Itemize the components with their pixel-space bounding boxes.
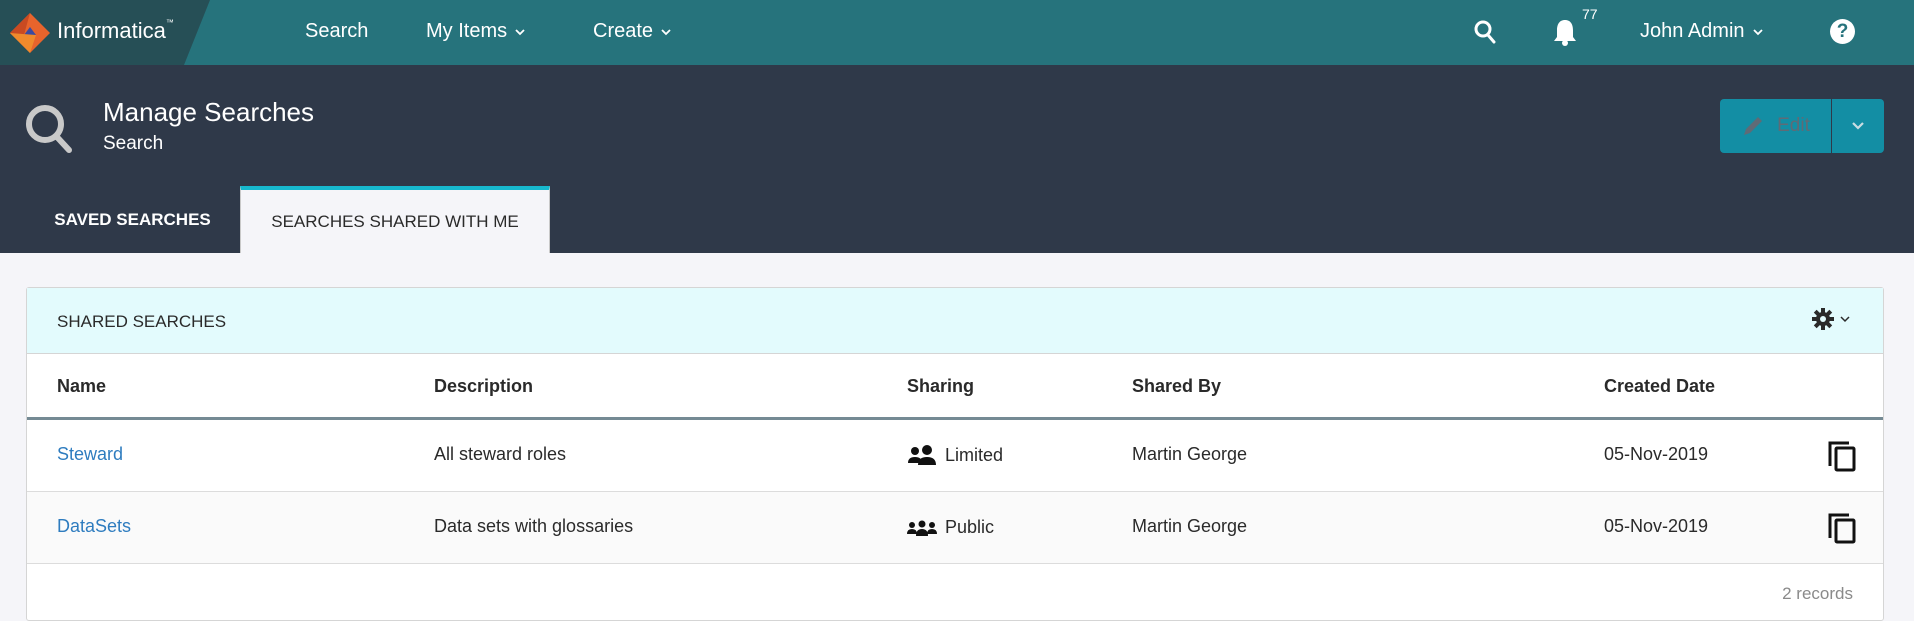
description: Data sets with glossaries xyxy=(434,516,634,536)
top-nav: Informatica™ Search My Items Create 77 J… xyxy=(0,0,1914,65)
sharing: Limited xyxy=(907,444,1003,466)
group-icon xyxy=(907,520,937,536)
chevron-down-icon xyxy=(1840,316,1850,323)
bell-icon[interactable] xyxy=(1552,18,1578,46)
page-title: Manage Searches xyxy=(103,97,315,127)
shared-searches-panel: SHARED SEARCHES Name Description Sharing… xyxy=(26,287,1884,621)
shared-by: Martin George xyxy=(1132,516,1248,536)
settings-menu[interactable] xyxy=(1812,308,1850,330)
edit-dropdown-button[interactable] xyxy=(1832,99,1884,153)
chevron-down-icon xyxy=(1852,122,1864,130)
notification-count: 77 xyxy=(1582,6,1598,22)
column-created-date[interactable]: Created Date xyxy=(1604,376,1715,397)
table-header: Name Description Sharing Shared By Creat… xyxy=(27,354,1883,420)
created-date: 05-Nov-2019 xyxy=(1604,444,1709,464)
chevron-down-icon xyxy=(661,28,671,35)
copy-icon[interactable] xyxy=(1827,512,1857,544)
column-shared-by[interactable]: Shared By xyxy=(1132,376,1221,397)
nav-my-items[interactable]: My Items xyxy=(426,20,525,43)
table-row[interactable]: DataSets Data sets with glossaries Publi… xyxy=(27,492,1883,564)
nav-search[interactable]: Search xyxy=(305,20,368,43)
search-name-link[interactable]: DataSets xyxy=(57,516,131,537)
tab-searches-shared-with-me[interactable]: SEARCHES SHARED WITH ME xyxy=(240,186,550,253)
column-name[interactable]: Name xyxy=(57,376,106,397)
sharing: Public xyxy=(907,516,994,538)
record-count: 2 records xyxy=(1782,584,1853,603)
gear-icon xyxy=(1812,308,1834,330)
help-icon[interactable]: ? xyxy=(1830,19,1855,44)
panel-header: SHARED SEARCHES xyxy=(27,288,1883,354)
tab-saved-searches[interactable]: SAVED SEARCHES xyxy=(30,186,235,253)
edit-button-group: Edit xyxy=(1720,99,1884,153)
users-icon xyxy=(908,445,936,465)
edit-button[interactable]: Edit xyxy=(1720,99,1832,153)
search-name-link[interactable]: Steward xyxy=(57,444,123,465)
column-description[interactable]: Description xyxy=(434,376,533,397)
column-sharing[interactable]: Sharing xyxy=(907,376,974,397)
chevron-down-icon xyxy=(515,28,525,35)
search-icon xyxy=(26,105,72,153)
search-icon[interactable] xyxy=(1474,20,1496,44)
chevron-down-icon xyxy=(1752,28,1763,35)
nav-create[interactable]: Create xyxy=(593,20,671,43)
shared-by: Martin George xyxy=(1132,444,1248,464)
informatica-logo-icon xyxy=(10,13,50,53)
pencil-icon xyxy=(1744,117,1763,135)
brand-name[interactable]: Informatica™ xyxy=(57,18,174,44)
table-row[interactable]: Steward All steward roles Limited Martin… xyxy=(27,420,1883,492)
user-menu[interactable]: John Admin xyxy=(1640,20,1763,43)
description: All steward roles xyxy=(434,444,567,464)
copy-icon[interactable] xyxy=(1827,440,1857,472)
panel-title: SHARED SEARCHES xyxy=(57,312,227,331)
table-footer: 2 records xyxy=(27,565,1883,621)
page-subtitle: Search xyxy=(103,133,164,154)
created-date: 05-Nov-2019 xyxy=(1604,516,1709,536)
